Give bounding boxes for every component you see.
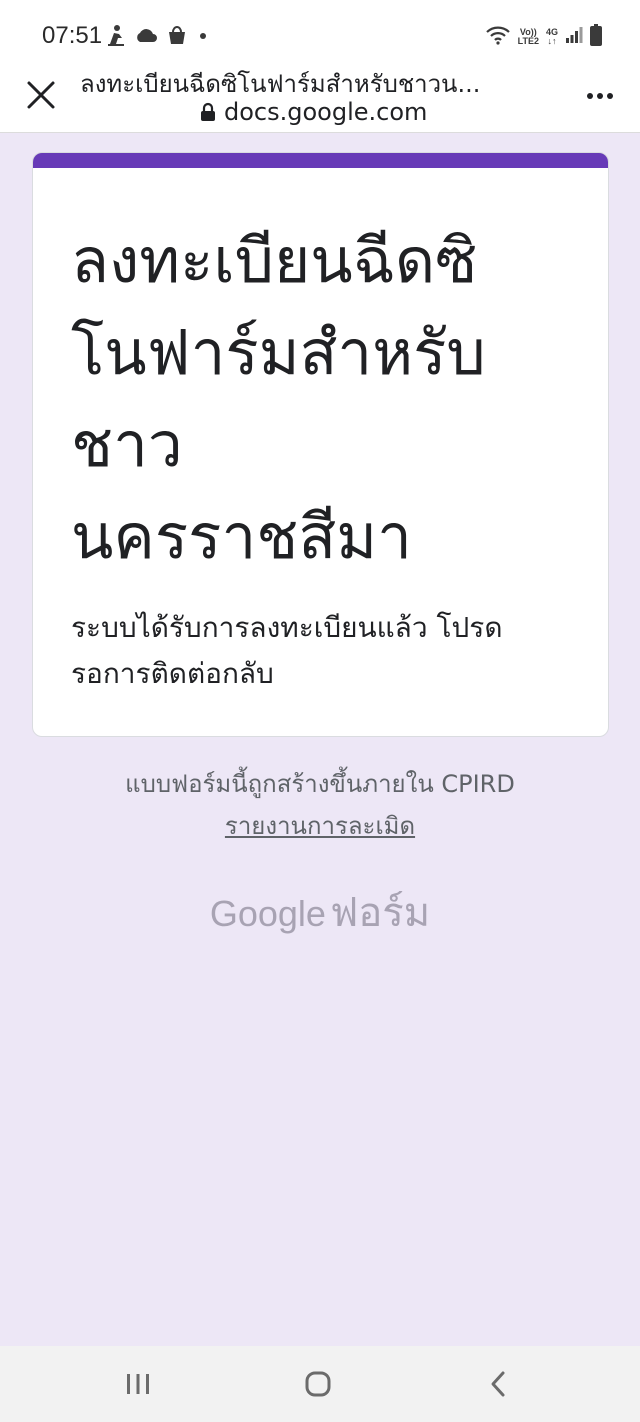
lock-icon — [201, 102, 215, 121]
home-icon — [305, 1371, 331, 1397]
browser-toolbar: ลงทะเบียนฉีดซิโนฟาร์มสำหรับชาวน... docs.… — [0, 60, 640, 133]
person-icon — [106, 24, 126, 50]
url-text: docs.google.com — [224, 98, 428, 126]
form-title-line: ลงทะเบียนฉีดซิ — [71, 224, 478, 297]
battery-icon — [590, 24, 602, 50]
form-title: ลงทะเบียนฉีดซิ โนฟาร์มสำหรับ ชาว นครราชส… — [71, 215, 571, 583]
home-button[interactable] — [296, 1364, 340, 1404]
back-icon — [491, 1371, 505, 1397]
form-card: ลงทะเบียนฉีดซิ โนฟาร์มสำหรับ ชาว นครราชส… — [32, 152, 609, 737]
recent-apps-button[interactable] — [116, 1364, 160, 1404]
status-time: 07:51 — [42, 22, 103, 49]
created-in-note: แบบฟอร์มนี้ถูกสร้างขึ้นภายใน CPIRD — [125, 770, 515, 798]
card-accent-bar — [33, 153, 608, 168]
close-tab-button[interactable] — [22, 76, 60, 114]
brand-google-text: Google — [209, 893, 326, 934]
report-abuse-link[interactable]: รายงานการละเมิด — [225, 812, 415, 840]
confirmation-message: ระบบได้รับการลงทะเบียนแล้ว โปรด รอการติด… — [71, 605, 581, 697]
report-abuse-row: รายงานการละเมิด — [0, 806, 640, 845]
more-vert-icon — [587, 93, 593, 99]
form-title-line: นครราชสีมา — [71, 500, 412, 573]
close-icon — [27, 81, 55, 109]
confirmation-line: ระบบได้รับการลงทะเบียนแล้ว โปรด — [71, 611, 503, 644]
status-notification-icons — [106, 24, 210, 50]
notification-dot-icon — [196, 28, 210, 47]
cloud-icon — [134, 27, 158, 47]
url-display[interactable]: docs.google.com — [200, 98, 427, 126]
brand-forms-text: ฟอร์ม — [329, 890, 431, 936]
data-arrows-icon: ↓↑ — [547, 36, 557, 46]
google-forms-logo[interactable]: Google ฟอร์ม — [0, 880, 640, 944]
volte-indicator: Vo)) LTE2 — [518, 28, 539, 46]
network-indicator: 4G ↓↑ — [546, 28, 558, 46]
more-dot — [597, 93, 603, 99]
confirmation-line: รอการติดต่อกลับ — [71, 657, 274, 690]
shopping-bag-icon — [166, 24, 188, 50]
form-title-line: ชาว — [71, 408, 183, 481]
more-options-button[interactable] — [582, 80, 618, 112]
status-bar: 07:51 Vo)) LTE2 4G ↓↑ — [0, 0, 640, 60]
more-dot — [607, 93, 613, 99]
wifi-icon — [485, 25, 511, 49]
volte-bottom-label: LTE2 — [517, 36, 539, 46]
status-system-icons: Vo)) LTE2 4G ↓↑ — [485, 24, 602, 50]
system-nav-bar — [0, 1346, 640, 1422]
signal-icon — [565, 26, 583, 48]
form-title-line: โนฟาร์มสำหรับ — [71, 316, 486, 389]
recent-apps-icon — [127, 1374, 149, 1394]
back-button[interactable] — [476, 1364, 520, 1404]
